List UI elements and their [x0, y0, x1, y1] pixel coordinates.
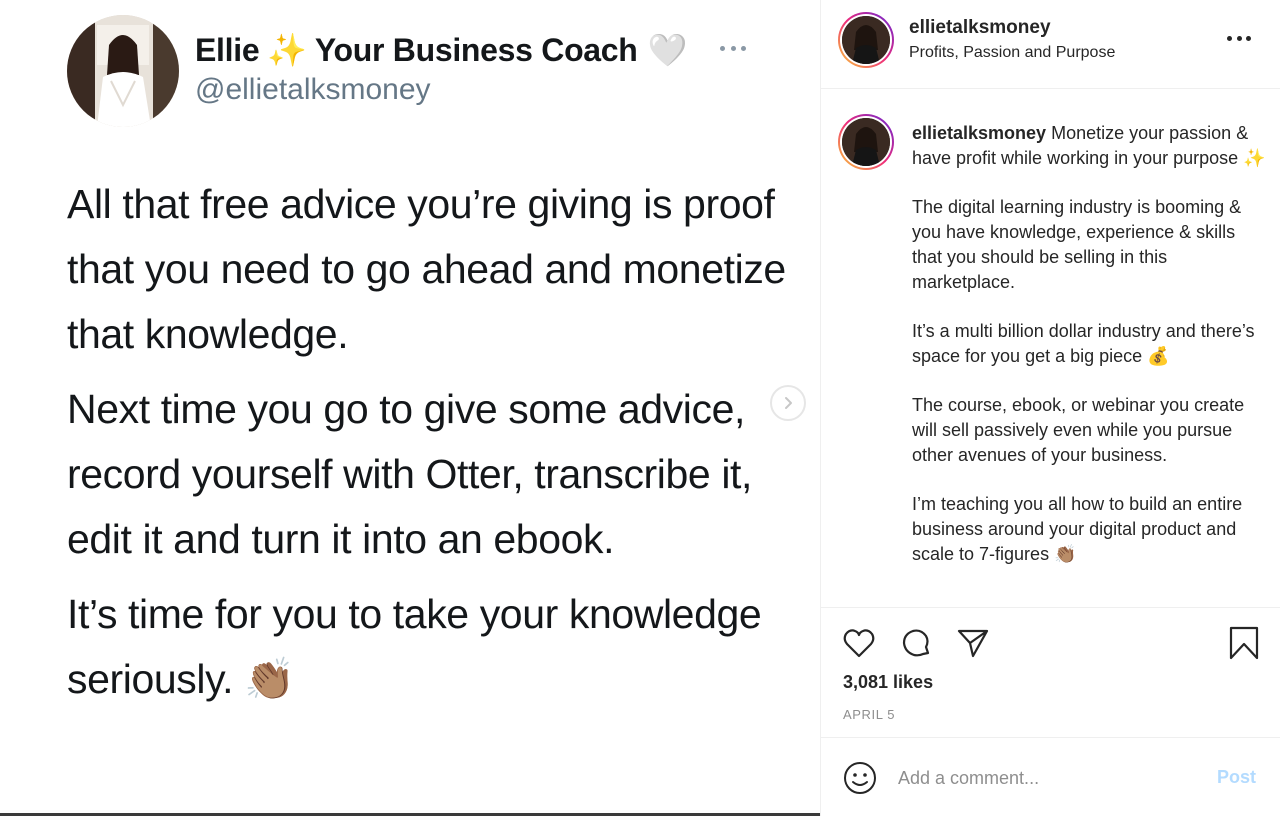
- caption-paragraph: I’m teaching you all how to build an ent…: [912, 494, 1243, 564]
- bookmark-icon: [1229, 626, 1259, 660]
- like-button[interactable]: [842, 626, 876, 660]
- tweet-handle: @ellietalksmoney: [195, 73, 431, 106]
- tweet-more-icon: [716, 36, 750, 60]
- comment-icon: [902, 629, 930, 657]
- tweet-name-row: Ellie ✨ Your Business Coach 🤍: [195, 28, 687, 72]
- save-button[interactable]: [1227, 626, 1261, 660]
- comment-button[interactable]: [899, 626, 933, 660]
- tweet-paragraph: All that free advice you’re giving is pr…: [67, 181, 786, 357]
- post-date[interactable]: APRIL 5: [843, 707, 895, 722]
- tweet-paragraph: Next time you go to give some advice, re…: [67, 386, 753, 562]
- header-username[interactable]: ellietalksmoney: [909, 17, 1051, 39]
- share-button[interactable]: [956, 626, 990, 660]
- heart-emoji: 🤍: [647, 32, 688, 68]
- comment-input[interactable]: [898, 765, 1198, 791]
- post-sidebar: ellietalksmoney Profits, Passion and Pur…: [820, 0, 1280, 816]
- post-comment-button[interactable]: Post: [1217, 767, 1256, 788]
- tweet-name-title: Your Business Coach: [314, 31, 638, 68]
- heart-icon: [843, 629, 875, 658]
- sparkle-emoji: ✨: [267, 32, 307, 68]
- post-image[interactable]: Ellie ✨ Your Business Coach 🤍 @ellietalk…: [0, 0, 820, 816]
- header-subtitle: Profits, Passion and Purpose: [909, 44, 1116, 61]
- caption-avatar[interactable]: [838, 114, 894, 170]
- header-avatar[interactable]: [838, 12, 894, 68]
- tweet-text: All that free advice you’re giving is pr…: [67, 172, 787, 722]
- post-header: ellietalksmoney Profits, Passion and Pur…: [821, 0, 1280, 89]
- smiley-icon: [844, 762, 876, 794]
- post-actions: 3,081 likes APRIL 5: [821, 610, 1280, 738]
- comment-bar: Post: [821, 739, 1280, 816]
- caption-paragraph: The course, ebook, or webinar you create…: [912, 395, 1245, 465]
- caption-lead: ellietalksmoney Monetize your passion & …: [912, 121, 1267, 171]
- post-caption: ellietalksmoney Monetize your passion & …: [912, 121, 1267, 591]
- tweet-display-name: Ellie: [195, 31, 260, 68]
- caption-area: ellietalksmoney Monetize your passion & …: [821, 90, 1280, 608]
- next-slide-button[interactable]: [770, 385, 806, 421]
- tweet-paragraph: It’s time for you to take your knowledge…: [67, 591, 762, 702]
- paper-plane-icon: [957, 629, 989, 658]
- tweet-avatar: [67, 15, 179, 127]
- caption-paragraph: The digital learning industry is booming…: [912, 197, 1242, 292]
- emoji-picker-button[interactable]: [843, 761, 877, 795]
- more-options-icon[interactable]: [1227, 36, 1251, 42]
- caption-username[interactable]: ellietalksmoney: [912, 123, 1046, 143]
- chevron-right-icon: [785, 397, 792, 409]
- likes-count[interactable]: 3,081 likes: [843, 672, 933, 693]
- caption-paragraph: It’s a multi billion dollar industry and…: [912, 321, 1255, 366]
